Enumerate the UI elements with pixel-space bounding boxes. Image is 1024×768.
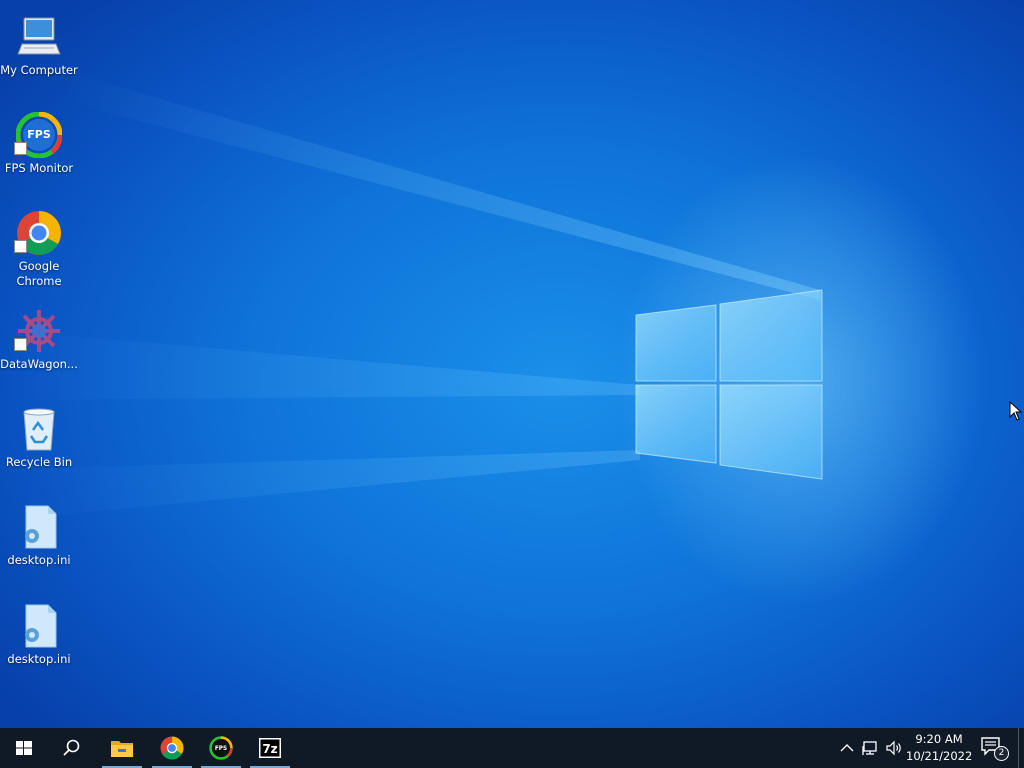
notification-count-badge: 2 — [994, 746, 1009, 761]
windows-logo — [635, 289, 823, 480]
settings-file-icon — [25, 604, 57, 648]
recycle-bin-icon — [23, 408, 55, 451]
desktop-icon-label: DataWagon... — [0, 357, 78, 371]
clock-date: 10/21/2022 — [906, 749, 973, 763]
desktop-icon-label: Google Chrome — [16, 259, 62, 288]
desktop-icon-desktop-ini-1[interactable]: desktop.ini — [0, 498, 78, 590]
clock[interactable]: 9:20 AM 10/21/2022 — [906, 731, 972, 765]
wallpaper-light-beams — [0, 70, 820, 520]
chevron-up-icon[interactable] — [838, 738, 856, 758]
7zip-label: 7z — [262, 742, 277, 756]
shortcut-arrow-icon — [14, 240, 27, 253]
mouse-cursor-icon — [1009, 401, 1023, 421]
desktop-icon-fps-monitor[interactable]: FPS FPS Monitor — [0, 106, 78, 198]
desktop-icon-desktop-ini-2[interactable]: desktop.ini — [0, 597, 78, 689]
settings-file-icon — [25, 505, 57, 549]
taskbar-chrome[interactable] — [148, 728, 196, 768]
desktop-icon-google-chrome[interactable]: Google Chrome — [0, 204, 78, 296]
desktop-icon-recycle-bin[interactable]: Recycle Bin — [0, 400, 78, 492]
search-icon — [63, 739, 80, 756]
taskbar-file-explorer[interactable] — [98, 728, 146, 768]
desktop: My Computer FPS FPS Monitor Google Chrom… — [0, 0, 1024, 728]
svg-text:FPS: FPS — [215, 746, 227, 752]
fps-monitor-icon: FPS — [209, 736, 233, 760]
desktop-icon-datawagon[interactable]: DataWagon... — [0, 302, 78, 394]
folder-icon — [111, 741, 133, 757]
taskbar: FPS 7z 9:20 AM 10/21/2022 2 — [0, 728, 1024, 768]
svg-text:FPS: FPS — [27, 128, 51, 141]
taskbar-fps-monitor[interactable]: FPS — [197, 728, 245, 768]
desktop-icon-my-computer[interactable]: My Computer — [0, 8, 78, 100]
computer-icon — [17, 17, 61, 55]
desktop-icon-label: desktop.ini — [7, 553, 71, 567]
shortcut-arrow-icon — [14, 142, 27, 155]
clock-time: 9:20 AM — [915, 732, 963, 746]
show-desktop-button[interactable] — [1018, 728, 1024, 768]
desktop-icon-label: FPS Monitor — [4, 161, 74, 175]
shortcut-arrow-icon — [14, 338, 27, 351]
chrome-icon — [160, 736, 184, 760]
windows-start-icon — [16, 741, 32, 755]
desktop-icon-label: desktop.ini — [7, 652, 71, 666]
desktop-icon-label: My Computer — [0, 63, 78, 77]
7zip-icon: 7z — [259, 738, 281, 758]
network-icon[interactable] — [862, 738, 880, 758]
action-center-button[interactable]: 2 — [980, 736, 1009, 761]
taskbar-7zip[interactable]: 7z — [246, 728, 294, 768]
volume-icon[interactable] — [885, 738, 903, 758]
desktop-icon-label: Recycle Bin — [5, 455, 73, 469]
start-button[interactable] — [0, 728, 48, 768]
search-button[interactable] — [48, 728, 96, 768]
